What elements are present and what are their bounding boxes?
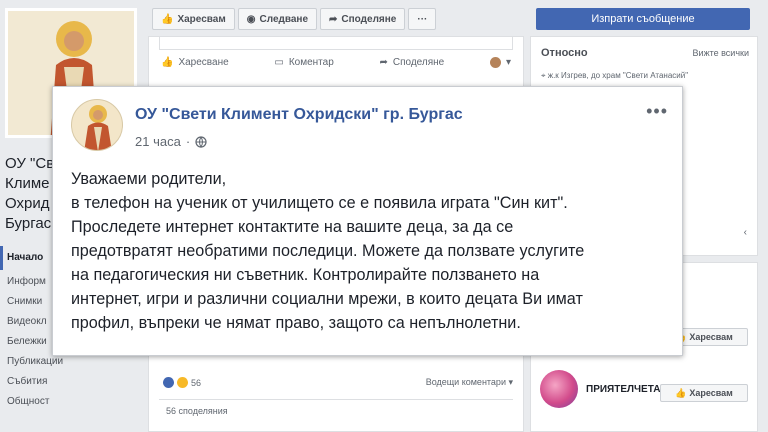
haha-reaction-icon [177,377,188,388]
nav-item-community[interactable]: Общност [0,392,148,412]
meta-separator: · [185,134,191,149]
feed-like-button[interactable]: 👍 Харесване [161,57,229,68]
saint-icon [84,105,112,150]
post-body-line: предотвратят необратими последици. Может… [71,242,585,260]
follow-page-label: Следване [259,13,309,25]
feed-post-actions: 👍 Харесване ▭ Коментар ➦ Споделяне ▾ [161,57,511,68]
feed-like-label: Харесване [178,57,229,68]
follow-page-button[interactable]: ◉ Следване [237,8,318,30]
see-all-link[interactable]: Вижте всички [693,48,749,58]
rss-icon: ◉ [246,13,256,25]
address-text: ⌖ ж.к Изгрев, до храм "Свети Атанасий" [541,71,688,81]
post-author-name[interactable]: ОУ "Свети Климент Охридски" гр. Бургас [135,106,463,124]
suggested-page-avatar[interactable] [540,370,578,408]
more-options-button[interactable]: ··· [408,8,437,30]
like-page-button[interactable]: 👍 Харесвам [152,8,235,30]
address-value: ж.к Изгрев, до храм "Свети Атанасий" [547,71,689,80]
about-heading: Относно [541,47,588,59]
post-as-selector[interactable]: ▾ [489,57,511,68]
feed-share-label: Споделяне [392,57,445,68]
post-body-line: на педагогическия ни съветник. Контролир… [71,266,540,284]
post-body-line: в телефон на ученик от училището се е по… [71,194,568,212]
post-meta: 21 часа · [135,134,207,149]
chevron-left-icon[interactable]: ‹ [744,227,747,238]
sidebar-like-button[interactable]: 👍 Харесвам [660,384,748,402]
divider [159,399,513,400]
post-options-button[interactable]: ••• [646,101,668,122]
sidebar-like-label: Харесвам [689,332,733,342]
thumbs-up-icon: 👍 [675,387,687,398]
globe-icon [195,135,207,148]
like-reaction-icon [163,377,174,388]
reactions-count[interactable]: 56 [163,377,201,388]
post-body-line: интернет, игри и различни социални мрежи… [71,290,583,308]
thumbs-up-icon: 👍 [161,13,174,25]
share-arrow-icon: ➦ [379,57,388,68]
avatar[interactable] [71,99,123,151]
share-arrow-icon: ➦ [329,13,338,25]
nav-item-events[interactable]: Събития [0,372,148,392]
shares-count[interactable]: 56 споделяния [166,406,228,416]
feed-comment-label: Коментар [288,57,334,68]
feed-comment-button[interactable]: ▭ Коментар [274,57,333,68]
like-page-label: Харесвам [177,13,226,25]
avatar [489,57,501,68]
reactions-summary: 56 Водещи коментари ▾ [163,377,513,388]
post-timestamp[interactable]: 21 часа [135,134,181,149]
post-body: Уважаеми родители, в телефон на ученик о… [71,167,671,335]
sidebar-like-label: Харесвам [689,388,733,398]
post-body-line: Проследете интернет контактите на вашите… [71,218,514,236]
comment-icon: ▭ [274,57,284,68]
thumbs-up-icon: 👍 [161,57,174,68]
send-message-button[interactable]: Изпрати съобщение [536,8,750,30]
location-pin-icon: ⌖ [541,71,548,80]
post-body-line: Уважаеми родители, [71,170,227,188]
reactions-number: 56 [191,377,202,388]
post-body-line: профил, въпреки че нямат право, защото с… [71,314,521,332]
feed-share-button[interactable]: ➦ Споделяне [379,57,444,68]
chevron-down-icon: ▾ [505,57,511,68]
composer-remnant [159,36,513,50]
focused-post: ОУ "Свети Климент Охридски" гр. Бургас 2… [52,86,683,356]
comments-order-dropdown[interactable]: Водещи коментари ▾ [426,377,513,388]
page-action-bar: 👍 Харесвам ◉ Следване ➦ Споделяне ··· [152,8,437,30]
share-page-button[interactable]: ➦ Споделяне [320,8,406,30]
suggested-page-name[interactable]: ПРИЯТЕЛЧЕТА... [586,384,669,395]
share-page-label: Споделяне [341,13,397,25]
